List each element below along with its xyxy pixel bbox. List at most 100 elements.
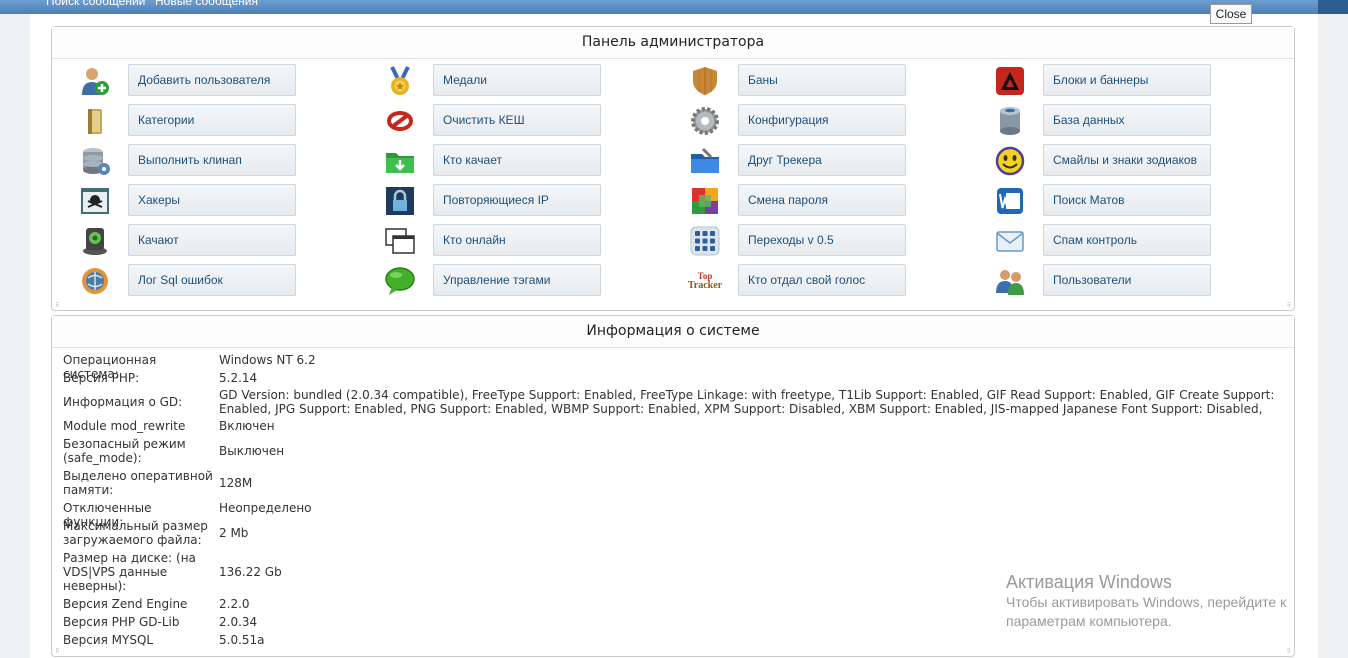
- globe-log-icon: [78, 264, 112, 298]
- resize-grip-left: ⠿: [55, 648, 60, 655]
- info-value: GD Version: bundled (2.0.34 compatible),…: [219, 388, 1275, 416]
- info-label: Версия PHP GD-Lib: [63, 615, 180, 629]
- info-value: 5.0.51a: [219, 633, 265, 647]
- green-folder-download-icon: [383, 144, 417, 178]
- admin-item-label[interactable]: Переходы v 0.5: [738, 224, 906, 256]
- admin-item-label[interactable]: Хакеры: [128, 184, 296, 216]
- admin-item-label[interactable]: Кто качает: [433, 144, 601, 176]
- smiley-icon: [993, 144, 1027, 178]
- top-nav-bar: Поиск сообщений Новые сообщения: [0, 0, 1348, 14]
- info-label: Module mod_rewrite: [63, 419, 186, 433]
- nav-search-messages-link[interactable]: Поиск сообщений: [46, 0, 145, 8]
- users-icon: [993, 264, 1027, 298]
- admin-item-change-password[interactable]: Смена пароля: [688, 184, 988, 218]
- info-label: Размер на диске: (на VDS|VPS данные неве…: [63, 551, 196, 593]
- admin-item-label[interactable]: Конфигурация: [738, 104, 906, 136]
- admin-item-label[interactable]: Управление тэгами: [433, 264, 601, 296]
- admin-item-smileys[interactable]: Смайлы и знаки зодиаков: [993, 144, 1293, 178]
- top-tracker-logo-icon: Top Tracker: [688, 264, 722, 298]
- admin-item-database[interactable]: База данных: [993, 104, 1293, 138]
- admin-item-label[interactable]: Категории: [128, 104, 296, 136]
- close-button[interactable]: Close: [1210, 4, 1252, 24]
- admin-item-label[interactable]: Смена пароля: [738, 184, 906, 216]
- download-disk-icon: [78, 224, 112, 258]
- admin-item-label[interactable]: Кто отдал свой голос: [738, 264, 906, 296]
- adobe-blocks-icon: [993, 64, 1027, 98]
- admin-item-label[interactable]: Повторяющиеся IP: [433, 184, 601, 216]
- admin-item-clear-cache[interactable]: Очистить КЕШ: [383, 104, 683, 138]
- admin-item-label[interactable]: Лог Sql ошибок: [128, 264, 296, 296]
- info-value: Выключен: [219, 444, 285, 458]
- resize-grip-right: ⠿: [1286, 648, 1291, 655]
- admin-item-who-downloads[interactable]: Кто качает: [383, 144, 683, 178]
- shield-icon: [688, 64, 722, 98]
- admin-item-label[interactable]: Медали: [433, 64, 601, 96]
- database-icon: [993, 104, 1027, 138]
- top-nav-end: [1318, 0, 1348, 14]
- admin-item-users[interactable]: Пользователи: [993, 264, 1293, 298]
- admin-item-label[interactable]: Поиск Матов: [1043, 184, 1211, 216]
- admin-item-label[interactable]: Кто онлайн: [433, 224, 601, 256]
- admin-item-add-user[interactable]: Добавить пользователя: [78, 64, 378, 98]
- database-clean-icon: [78, 144, 112, 178]
- admin-item-hackers[interactable]: Хакеры: [78, 184, 378, 218]
- info-value: 128M: [219, 476, 253, 490]
- info-label: Выделено оперативной памяти:: [63, 469, 213, 497]
- admin-item-sql-log[interactable]: Лог Sql ошибок: [78, 264, 378, 298]
- admin-item-label[interactable]: Смайлы и знаки зодиаков: [1043, 144, 1211, 176]
- admin-item-who-voted[interactable]: Top Tracker Кто отдал свой голос: [688, 264, 988, 298]
- admin-item-who-online[interactable]: Кто онлайн: [383, 224, 683, 258]
- admin-item-search-profanity[interactable]: Поиск Матов: [993, 184, 1293, 218]
- info-value: Windows NT 6.2: [219, 353, 316, 367]
- info-label: Версия MYSQL: [63, 633, 154, 647]
- admin-item-label[interactable]: База данных: [1043, 104, 1211, 136]
- system-info-title: Информация о системе: [52, 316, 1294, 348]
- admin-item-label[interactable]: Пользователи: [1043, 264, 1211, 296]
- watermark-title: Активация Windows: [1006, 572, 1172, 592]
- admin-item-label[interactable]: Добавить пользователя: [128, 64, 296, 96]
- admin-item-blocks-banners[interactable]: Блоки и баннеры: [993, 64, 1293, 98]
- admin-item-spam-control[interactable]: Спам контроль: [993, 224, 1293, 258]
- info-value: 2 Mb: [219, 526, 249, 540]
- admin-item-medals[interactable]: Медали: [383, 64, 683, 98]
- add-user-icon: [78, 64, 112, 98]
- blue-folder-icon: [688, 144, 722, 178]
- gear-icon: [688, 104, 722, 138]
- mail-icon: [993, 224, 1027, 258]
- info-label: Максимальный размер загружаемого файла:: [63, 519, 208, 547]
- admin-item-label[interactable]: Блоки и баннеры: [1043, 64, 1211, 96]
- lock-icon: [383, 184, 417, 218]
- info-label: Безопасный режим (safe_mode):: [63, 437, 186, 465]
- admin-item-cleanup[interactable]: Выполнить клинап: [78, 144, 378, 178]
- admin-item-label[interactable]: Баны: [738, 64, 906, 96]
- admin-item-duplicate-ip[interactable]: Повторяющиеся IP: [383, 184, 683, 218]
- admin-item-label[interactable]: Качают: [128, 224, 296, 256]
- admin-item-bans[interactable]: Баны: [688, 64, 988, 98]
- logo-line-tracker: Tracker: [687, 280, 723, 291]
- apps-grid-icon: [688, 224, 722, 258]
- admin-item-redirects[interactable]: Переходы v 0.5: [688, 224, 988, 258]
- admin-item-tracker-friend[interactable]: Друг Трекера: [688, 144, 988, 178]
- admin-item-tags[interactable]: Управление тэгами: [383, 264, 683, 298]
- admin-item-label[interactable]: Спам контроль: [1043, 224, 1211, 256]
- left-margin-strip: [0, 14, 30, 658]
- admin-item-label[interactable]: Выполнить клинап: [128, 144, 296, 176]
- nav-new-messages-link[interactable]: Новые сообщения: [155, 0, 258, 8]
- admin-item-downloading[interactable]: Качают: [78, 224, 378, 258]
- info-value: Включен: [219, 419, 275, 433]
- no-entry-icon: [383, 104, 417, 138]
- watermark-subtitle: Чтобы активировать Windows, перейдите к …: [1006, 594, 1287, 629]
- admin-panel: Панель администратора Добавить пользоват…: [51, 26, 1295, 311]
- info-label: Информация о GD:: [63, 395, 183, 409]
- right-margin-strip: [1318, 14, 1348, 658]
- colored-blocks-icon: [688, 184, 722, 218]
- admin-item-categories[interactable]: Категории: [78, 104, 378, 138]
- folder-icon: [78, 104, 112, 138]
- admin-item-label[interactable]: Друг Трекера: [738, 144, 906, 176]
- resize-grip-right: ⠿: [1286, 302, 1291, 309]
- skull-icon: [78, 184, 112, 218]
- admin-item-label[interactable]: Очистить КЕШ: [433, 104, 601, 136]
- admin-panel-title: Панель администратора: [52, 27, 1294, 59]
- windows-icon: [383, 224, 417, 258]
- admin-item-configuration[interactable]: Конфигурация: [688, 104, 988, 138]
